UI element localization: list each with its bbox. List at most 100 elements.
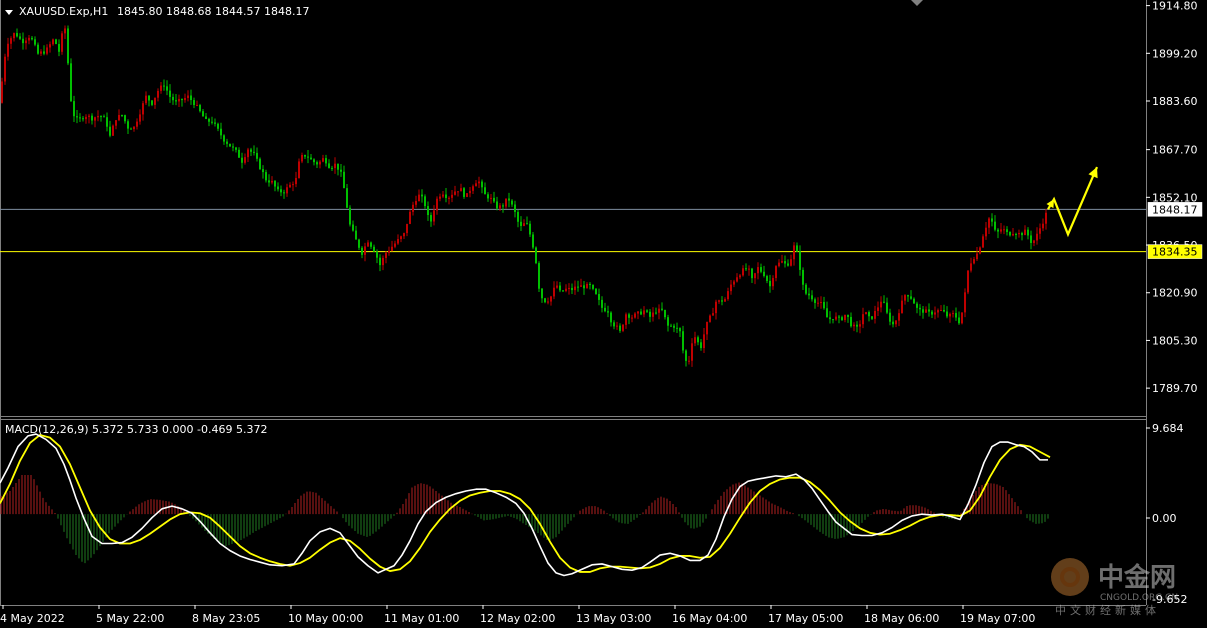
- candle-body: [1015, 233, 1017, 235]
- price-tick-label: 1867.70: [1152, 144, 1198, 157]
- candle-body: [259, 158, 261, 170]
- candle-body: [583, 285, 585, 289]
- candle-body: [904, 295, 906, 301]
- candle-body: [823, 302, 825, 309]
- candle-body: [1, 81, 3, 103]
- candle-body: [739, 275, 741, 278]
- candle-body: [256, 152, 258, 159]
- candle-body: [571, 287, 573, 291]
- candle-body: [970, 263, 972, 271]
- candle-body: [787, 263, 789, 266]
- candle-body: [370, 242, 372, 247]
- candle-body: [733, 281, 735, 285]
- candle-body: [703, 334, 705, 349]
- candle-body: [550, 296, 552, 302]
- candle-body: [751, 268, 753, 279]
- candle-body: [451, 194, 453, 198]
- candle-body: [490, 197, 492, 199]
- candle-body: [622, 324, 624, 331]
- candle-body: [568, 287, 570, 289]
- candle-body: [679, 328, 681, 332]
- candle-body: [223, 135, 225, 142]
- candle-body: [388, 250, 390, 253]
- candle-body: [475, 183, 477, 187]
- candle-body: [898, 313, 900, 321]
- candle-body: [721, 300, 723, 302]
- candle-body: [466, 193, 468, 197]
- candle-body: [481, 181, 483, 188]
- candle-body: [853, 324, 855, 327]
- watermark-brand-en: CNGOLD.ORG.CN: [1100, 593, 1178, 603]
- candle-body: [874, 310, 876, 319]
- candle-body: [619, 325, 621, 331]
- candle-body: [937, 310, 939, 313]
- candle-body: [115, 120, 117, 126]
- candle-body: [478, 181, 480, 184]
- candle-body: [799, 251, 801, 270]
- candle-body: [271, 180, 273, 183]
- candle-body: [934, 312, 936, 315]
- candle-body: [928, 309, 930, 312]
- candle-body: [1003, 229, 1005, 231]
- candle-body: [580, 285, 582, 287]
- candle-body: [229, 143, 231, 147]
- candle-body: [76, 116, 78, 118]
- candle-body: [154, 97, 156, 105]
- candle-body: [496, 201, 498, 209]
- candle-body: [97, 116, 99, 118]
- candle-body: [181, 98, 183, 101]
- candle-body: [865, 312, 867, 315]
- candle-body: [292, 184, 294, 186]
- candle-body: [910, 296, 912, 299]
- candle-body: [211, 121, 213, 123]
- candle-body: [1009, 232, 1011, 236]
- candle-body: [298, 161, 300, 179]
- candle-body: [88, 115, 90, 117]
- candle-body: [1021, 233, 1023, 236]
- candle-body: [142, 103, 144, 115]
- time-tick-label: 16 May 04:00: [672, 612, 747, 625]
- candle-body: [529, 223, 531, 235]
- candle-body: [187, 95, 189, 98]
- candle-body: [313, 159, 315, 163]
- candle-body: [499, 205, 501, 209]
- candle-body: [151, 100, 153, 105]
- candle-body: [514, 204, 516, 212]
- candle-body: [973, 259, 975, 264]
- candle-body: [997, 229, 999, 232]
- candle-body: [985, 227, 987, 237]
- candle-body: [868, 312, 870, 317]
- candle-body: [523, 223, 525, 226]
- candle-body: [124, 115, 126, 122]
- candle-body: [838, 316, 840, 318]
- candle-body: [988, 218, 990, 228]
- candle-body: [265, 172, 267, 181]
- candle-body: [94, 117, 96, 121]
- candle-body: [463, 188, 465, 197]
- candle-body: [343, 171, 345, 189]
- candle-body: [289, 184, 291, 188]
- candle-body: [37, 44, 39, 54]
- candle-body: [943, 309, 945, 312]
- candle-body: [658, 308, 660, 313]
- candle-body: [280, 189, 282, 193]
- candle-body: [430, 215, 432, 222]
- candle-body: [1033, 240, 1035, 243]
- candle-body: [304, 154, 306, 157]
- candle-body: [82, 118, 84, 120]
- time-tick-label: 10 May 00:00: [288, 612, 363, 625]
- candle-body: [148, 95, 150, 101]
- candle-body: [655, 312, 657, 314]
- candle-body: [349, 207, 351, 225]
- candle-body: [34, 39, 36, 45]
- candle-body: [820, 302, 822, 304]
- candle-body: [52, 39, 54, 45]
- candle-body: [541, 288, 543, 299]
- macd-label: MACD(12,26,9) 5.372 5.733 0.000 -0.469 5…: [5, 423, 267, 436]
- candle-body: [79, 117, 81, 119]
- candle-body: [808, 293, 810, 296]
- candle-body: [49, 44, 51, 48]
- candle-body: [376, 251, 378, 258]
- candle-body: [922, 309, 924, 313]
- time-tick-label: 12 May 02:00: [480, 612, 555, 625]
